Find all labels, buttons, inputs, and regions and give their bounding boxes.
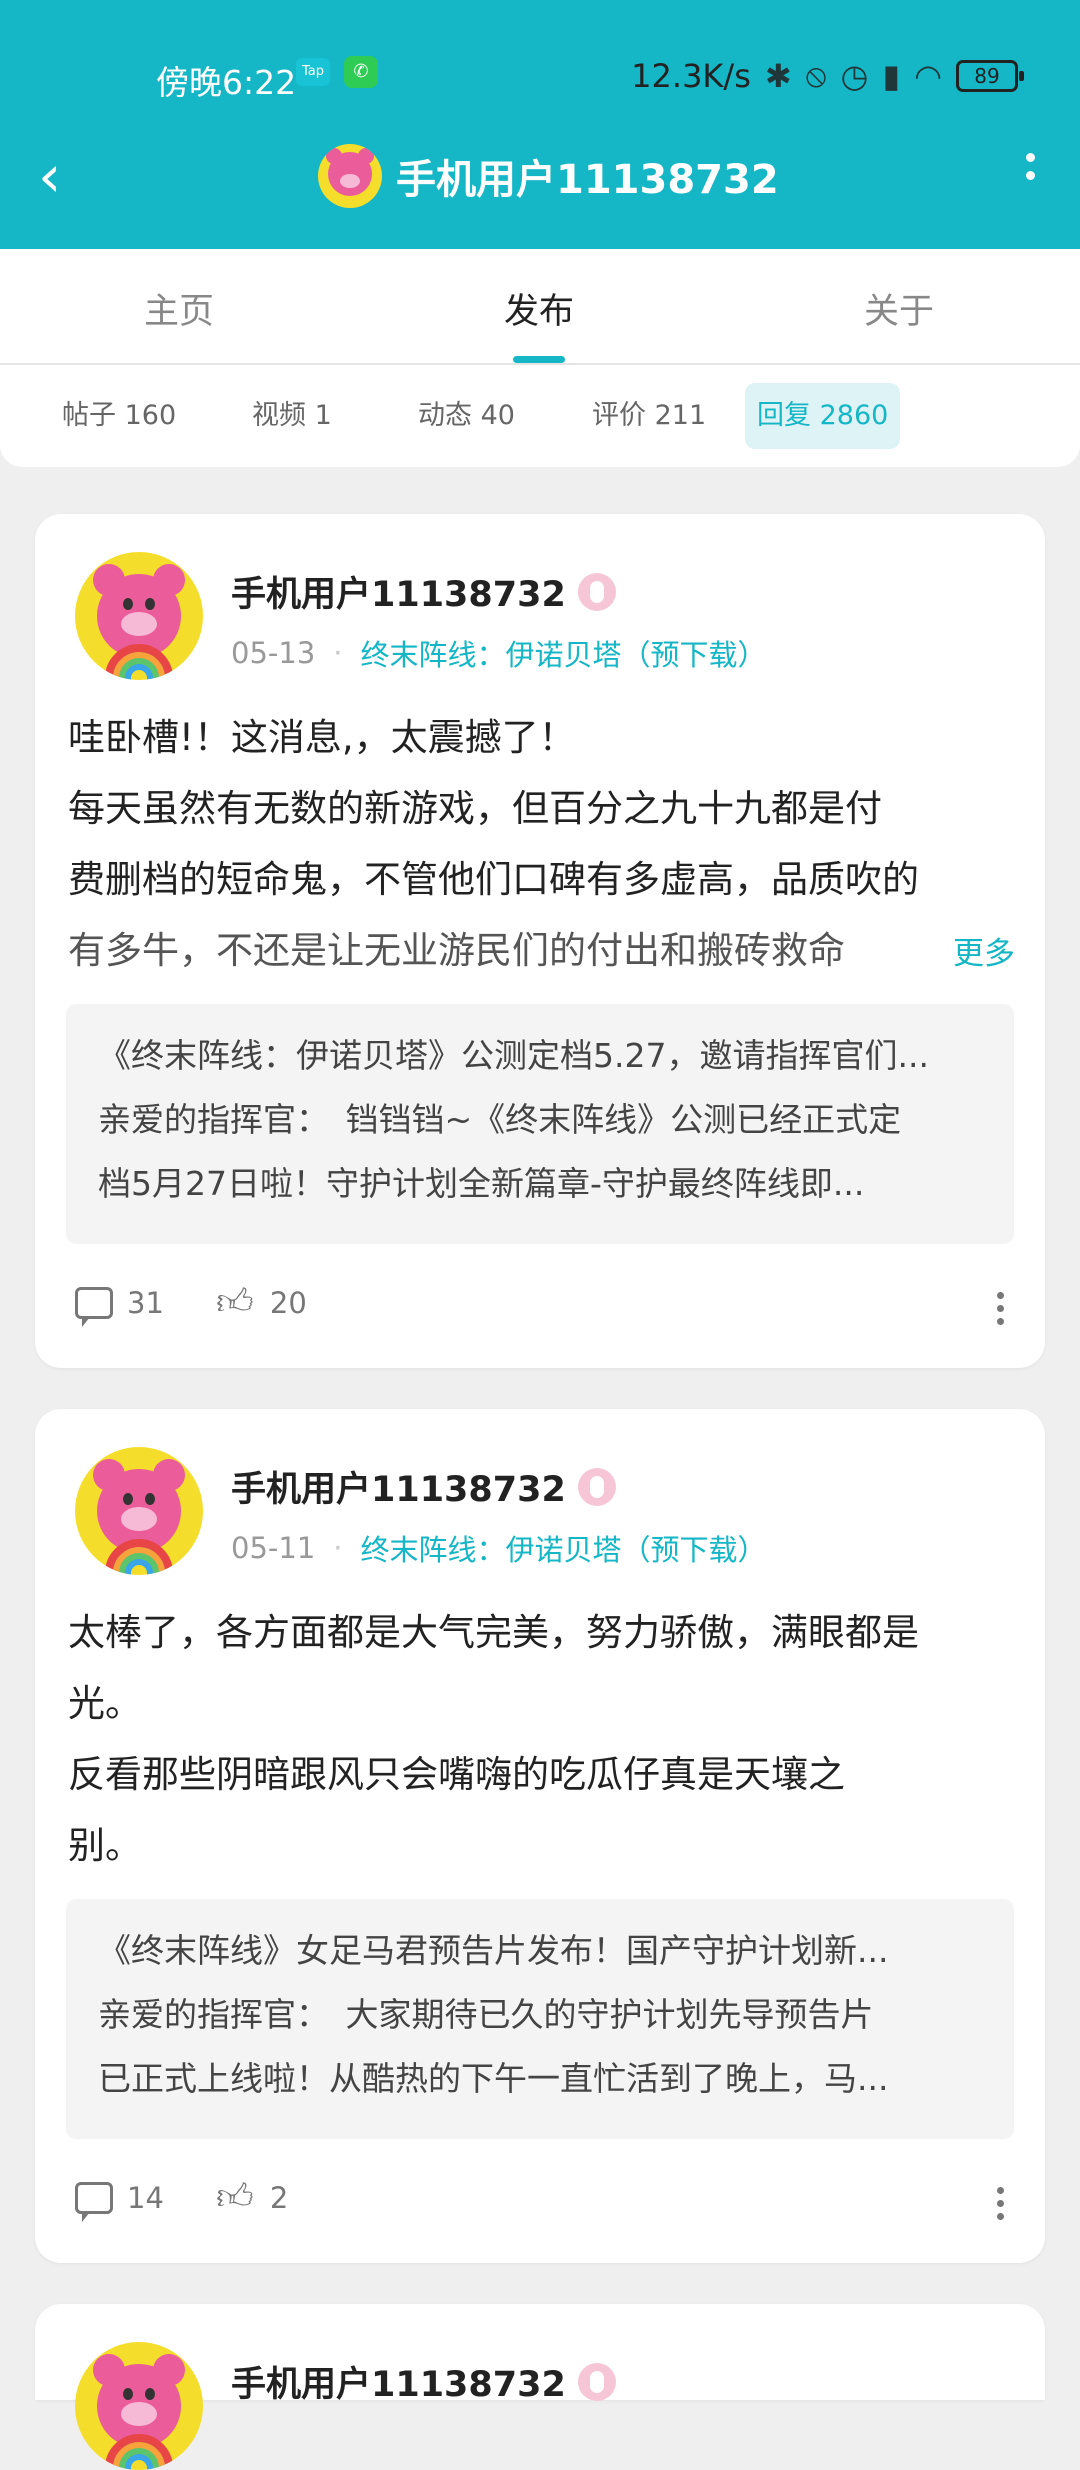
post-actions: 31 👍︎ 20 xyxy=(75,1282,357,1327)
thumbs-up-icon: 👍︎ xyxy=(216,1282,254,1323)
quote-title: 《终末阵线：伊诺贝塔》公测定档5.27，邀请指挥官们... xyxy=(98,1036,929,1075)
tap-app-icon: Tap xyxy=(296,58,330,86)
quote-line: 档5月27日啦！守护计划全新篇章-守护最终阵线即... xyxy=(98,1164,865,1203)
tab-publish[interactable]: 发布 xyxy=(504,283,574,334)
quote-title: 《终末阵线》女足马君预告片发布！国产守护计划新... xyxy=(98,1931,889,1970)
comment-icon xyxy=(75,1287,113,1327)
alarm-icon: ◷ xyxy=(840,56,869,95)
bluetooth-icon: ✱ xyxy=(764,56,792,95)
post-more-icon[interactable] xyxy=(997,2187,1007,2226)
user-badge-icon xyxy=(577,1467,616,1506)
filter-bar: 帖子 160 视频 1 动态 40 评价 211 回复 2860 xyxy=(0,365,1080,467)
signal-icon: ▮ xyxy=(882,56,901,95)
quote-line: 亲爱的指挥官： 铛铛铛~《终末阵线》公测已经正式定 xyxy=(98,1100,902,1139)
user-badge-icon xyxy=(577,572,616,611)
status-right-cluster: 12.3K/s ✱ ⦸ ◷ ▮ ◠ 89 xyxy=(631,56,1024,95)
post-card[interactable]: 手机用户11138732 05-11 · 终末阵线：伊诺贝塔（预下载） 太棒了，… xyxy=(35,1409,1045,2263)
filter-replies[interactable]: 回复 2860 xyxy=(745,383,901,449)
mute-icon: ⦸ xyxy=(805,56,827,94)
comment-button[interactable]: 14 xyxy=(75,2181,164,2222)
post-content[interactable]: 哇卧槽!！这消息,，太震撼了！ 每天虽然有无数的新游戏，但百分之九十九都是付 费… xyxy=(68,702,1048,986)
comment-count: 14 xyxy=(127,2181,164,2215)
filter-posts[interactable]: 帖子 160 xyxy=(50,383,188,449)
user-badge-icon xyxy=(577,2362,616,2401)
like-count: 2 xyxy=(269,2181,289,2215)
tab-home[interactable]: 主页 xyxy=(144,283,214,334)
avatar[interactable] xyxy=(75,552,203,680)
avatar xyxy=(318,144,382,208)
tab-about[interactable]: 关于 xyxy=(864,283,934,334)
post-more-icon[interactable] xyxy=(997,1292,1007,1331)
post-content[interactable]: 太棒了，各方面都是大气完美，努力骄傲，满眼都是 光。 反看那些阴暗跟风只会嘴嗨的… xyxy=(68,1597,1048,1881)
post-meta: 05-11 · 终末阵线：伊诺贝塔（预下载） xyxy=(231,1527,767,1569)
like-button[interactable]: 👍︎ 20 xyxy=(214,1282,307,1324)
like-count: 20 xyxy=(269,1286,307,1320)
nav-user[interactable]: 手机用户11138732 xyxy=(318,142,779,210)
post-date: 05-11 xyxy=(231,1531,316,1565)
more-link[interactable]: 更多 xyxy=(935,928,1015,973)
network-speed: 12.3K/s xyxy=(631,56,751,95)
game-link[interactable]: 终末阵线：伊诺贝塔（预下载） xyxy=(361,1527,767,1569)
wechat-icon: ✆ xyxy=(344,56,378,88)
filter-reviews[interactable]: 评价 211 xyxy=(580,383,718,449)
avatar[interactable] xyxy=(75,2342,203,2470)
avatar[interactable] xyxy=(75,1447,203,1575)
battery-icon: 89 xyxy=(956,59,1024,92)
back-arrow-icon[interactable]: ‹ xyxy=(38,147,78,208)
wifi-icon: ◠ xyxy=(914,56,942,95)
quote-line: 亲爱的指挥官： 大家期待已久的守护计划先导预告片 xyxy=(98,1995,874,2034)
post-card[interactable]: 手机用户11138732 xyxy=(35,2304,1045,2470)
tab-active-indicator xyxy=(513,356,565,363)
top-header: 傍晚6:22 Tap ✆ 12.3K/s ✱ ⦸ ◷ ▮ ◠ 89 ‹ 手机用户… xyxy=(0,0,1080,249)
comment-count: 31 xyxy=(127,1286,164,1320)
author-name[interactable]: 手机用户11138732 xyxy=(231,2356,616,2407)
tab-bar: 主页 发布 关于 xyxy=(0,249,1080,365)
author-name[interactable]: 手机用户11138732 xyxy=(231,566,616,617)
like-button[interactable]: 👍︎ 2 xyxy=(214,2177,288,2219)
quote-line: 已正式上线啦！从酷热的下午一直忙活到了晚上，马... xyxy=(98,2059,889,2098)
thumbs-up-icon: 👍︎ xyxy=(216,2177,254,2218)
quoted-article[interactable]: 《终末阵线：伊诺贝塔》公测定档5.27，邀请指挥官们... 亲爱的指挥官： 铛铛… xyxy=(66,1004,1014,1244)
post-meta: 05-13 · 终末阵线：伊诺贝塔（预下载） xyxy=(231,632,767,674)
filter-videos[interactable]: 视频 1 xyxy=(240,383,344,449)
page-title: 手机用户11138732 xyxy=(396,157,779,203)
status-bar: 傍晚6:22 Tap ✆ 12.3K/s ✱ ⦸ ◷ ▮ ◠ 89 xyxy=(0,40,1080,110)
more-vertical-icon[interactable] xyxy=(1018,148,1042,208)
filter-moments[interactable]: 动态 40 xyxy=(406,383,527,449)
post-date: 05-13 xyxy=(231,636,316,670)
post-card[interactable]: 手机用户11138732 05-13 · 终末阵线：伊诺贝塔（预下载） 哇卧槽!… xyxy=(35,514,1045,1368)
comment-icon xyxy=(75,2182,113,2222)
quoted-article[interactable]: 《终末阵线》女足马君预告片发布！国产守护计划新... 亲爱的指挥官： 大家期待已… xyxy=(66,1899,1014,2139)
game-link[interactable]: 终末阵线：伊诺贝塔（预下载） xyxy=(361,632,767,674)
status-time: 傍晚6:22 xyxy=(156,63,297,102)
comment-button[interactable]: 31 xyxy=(75,1286,164,1327)
post-actions: 14 👍︎ 2 xyxy=(75,2177,338,2222)
author-name[interactable]: 手机用户11138732 xyxy=(231,1461,616,1512)
